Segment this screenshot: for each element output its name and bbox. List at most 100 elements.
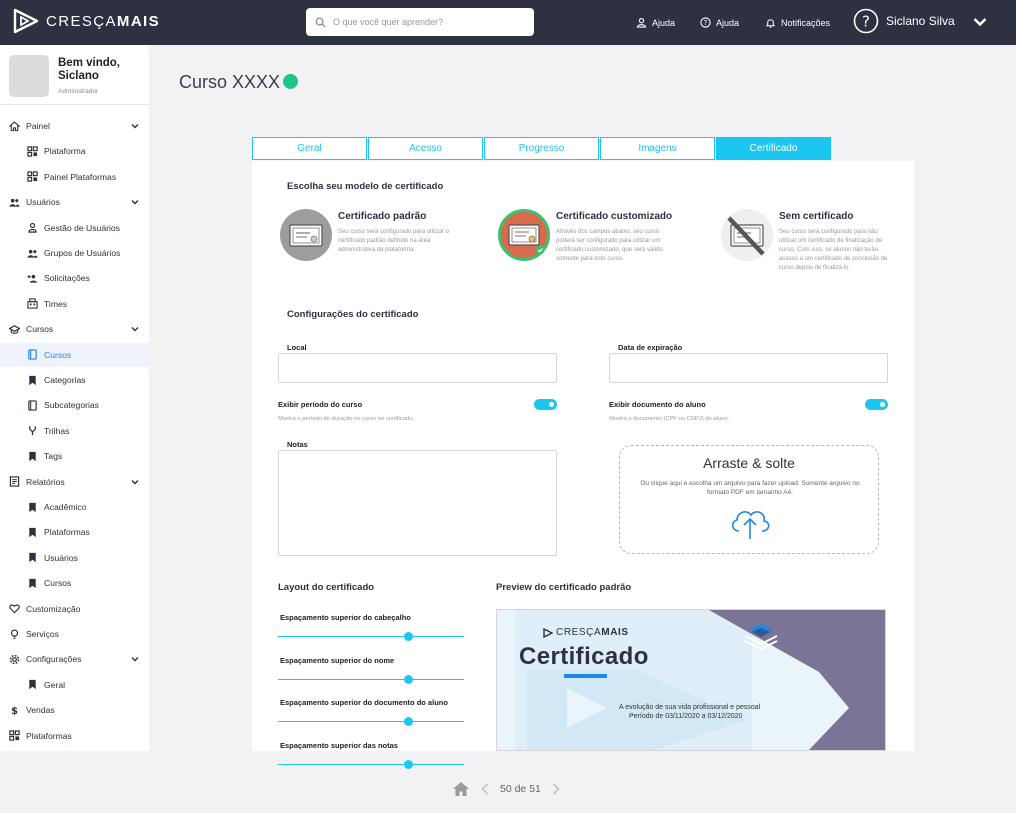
layout-title: Layout do certificado bbox=[278, 582, 375, 593]
slider-thumb[interactable] bbox=[403, 717, 413, 726]
sidebar-item-trilhas[interactable]: Trilhas bbox=[0, 419, 149, 443]
sidebar-item-usuarios[interactable]: Usuários bbox=[0, 546, 149, 570]
chevron-down-icon[interactable] bbox=[972, 14, 988, 30]
slider-thumb[interactable] bbox=[403, 632, 413, 641]
period-toggle[interactable] bbox=[534, 399, 557, 410]
welcome-text: Bem vindo, Siclano bbox=[58, 57, 120, 82]
profile-card: Bem vindo, Siclano Administrador bbox=[0, 45, 149, 105]
search-icon bbox=[315, 17, 326, 28]
sidebar-item-cursos[interactable]: Cursos bbox=[0, 571, 149, 595]
avatar[interactable] bbox=[9, 55, 49, 97]
status-indicator bbox=[283, 74, 298, 89]
notifications-link[interactable]: Notificações bbox=[765, 0, 830, 45]
model-none-description: Seu curso será configurado para não util… bbox=[779, 229, 888, 271]
sidebar-item-label: Usuários bbox=[44, 552, 78, 563]
sidebar-item-label: Cursos bbox=[44, 578, 72, 589]
bookmark-icon bbox=[27, 375, 38, 386]
search-input[interactable] bbox=[333, 17, 523, 27]
document-toggle[interactable] bbox=[865, 399, 888, 410]
slider-track[interactable] bbox=[278, 763, 464, 765]
sidebar-item-configuracoes[interactable]: Configurações bbox=[0, 647, 149, 671]
chevron-down-icon[interactable] bbox=[131, 325, 139, 333]
upload-dropzone[interactable]: Arraste & solte Ou clique aqui e escolha… bbox=[619, 445, 879, 554]
brand-logo-icon bbox=[13, 8, 39, 34]
tab-acesso[interactable]: Acesso bbox=[368, 137, 483, 160]
page-title: Curso XXXX bbox=[179, 72, 281, 92]
local-input[interactable] bbox=[278, 353, 557, 383]
slider-track[interactable] bbox=[278, 721, 464, 722]
pagination-text: 50 de 51 bbox=[500, 783, 541, 795]
brand-name: CRESÇAMAIS bbox=[46, 12, 161, 30]
slider-track[interactable] bbox=[278, 636, 464, 637]
slider-track[interactable] bbox=[278, 678, 464, 680]
sidebar-item-tags[interactable]: Tags bbox=[0, 444, 149, 468]
tab-certificado[interactable]: Certificado bbox=[716, 137, 831, 160]
chevron-down-icon[interactable] bbox=[131, 198, 139, 206]
slider-thumb[interactable] bbox=[403, 674, 413, 684]
config-title: Configurações do certificado bbox=[287, 309, 419, 320]
home-icon[interactable] bbox=[452, 781, 470, 797]
help-link-2[interactable]: ? Ajuda bbox=[700, 0, 739, 45]
help-label-1: Ajuda bbox=[652, 17, 676, 28]
preview-underline bbox=[564, 674, 607, 678]
sidebar-item-subcategorias[interactable]: Subcategorias bbox=[0, 393, 149, 417]
slider-label: Espaçamento superior do nome bbox=[280, 655, 395, 665]
chevron-down-icon[interactable] bbox=[131, 478, 139, 486]
sidebar-item-label: Categorias bbox=[44, 375, 86, 385]
grid-icon bbox=[9, 730, 20, 741]
sidebar-item-relatorios[interactable]: Relatórios bbox=[0, 470, 149, 494]
sidebar-item-vendas[interactable]: $ Vendas bbox=[0, 698, 149, 722]
sidebar-item-plataformas[interactable]: Plataformas bbox=[0, 724, 149, 748]
sidebar-item-usuarios[interactable]: Usuários bbox=[0, 190, 149, 214]
chevron-left-icon[interactable] bbox=[480, 782, 490, 796]
sidebar-item-label: Configurações bbox=[26, 654, 82, 665]
tab-progresso[interactable]: Progresso bbox=[484, 137, 599, 160]
expiration-date-input[interactable] bbox=[609, 353, 888, 383]
sidebar-item-plataforma[interactable]: Plataforma bbox=[0, 139, 149, 163]
upload-text: Ou clique aqui e escolha um arquivo para… bbox=[640, 480, 860, 496]
preview-line-2: Período de 03/11/2020 a 03/12/2020 bbox=[629, 713, 743, 720]
slider-thumb[interactable] bbox=[403, 759, 413, 769]
sidebar-item-label: Trilhas bbox=[44, 425, 70, 436]
sidebar-item-label: Painel Plataformas bbox=[44, 171, 117, 182]
sidebar-item-geral[interactable]: Geral bbox=[0, 673, 149, 697]
graduation-cap-icon bbox=[9, 324, 20, 335]
svg-text:?: ? bbox=[862, 13, 870, 31]
dollar-icon: $ bbox=[9, 705, 20, 716]
sidebar-item-painel-plataformas[interactable]: Painel Plataformas bbox=[0, 165, 149, 189]
search-box[interactable] bbox=[306, 8, 534, 36]
sidebar-item-categorias[interactable]: Categorias bbox=[0, 368, 149, 392]
help-label-2: Ajuda bbox=[716, 17, 740, 28]
help-link-1[interactable]: Ajuda bbox=[636, 0, 675, 45]
sidebar-item-label: Subcategorias bbox=[44, 400, 99, 411]
bookmark-icon bbox=[27, 578, 38, 589]
chevron-right-icon[interactable] bbox=[551, 782, 561, 796]
sidebar-item-plataformas[interactable]: Plataformas bbox=[0, 520, 149, 544]
tab-geral[interactable]: Geral bbox=[252, 137, 367, 160]
chevron-down-icon[interactable] bbox=[131, 655, 139, 663]
local-label: Local bbox=[287, 343, 307, 352]
brand-logo[interactable]: CRESÇAMAIS bbox=[12, 7, 160, 35]
users-icon bbox=[27, 248, 38, 259]
sidebar-item-cursos[interactable]: Cursos bbox=[0, 342, 149, 367]
user-menu[interactable]: ? Siclano Silva bbox=[853, 8, 955, 34]
sidebar-item-solicitacoes[interactable]: Solicitações bbox=[0, 266, 149, 290]
notes-textarea[interactable] bbox=[278, 450, 557, 556]
sidebar-item-academico[interactable]: Acadêmico bbox=[0, 495, 149, 519]
tab-bar: Geral Acesso Progresso Imagens Certificado bbox=[252, 137, 831, 160]
sidebar-item-label: Tags bbox=[44, 451, 63, 462]
sidebar-item-grupos-de-usuarios[interactable]: Grupos de Usuários bbox=[0, 241, 149, 265]
user-name: Siclano Silva bbox=[886, 14, 955, 28]
sidebar-item-servicos[interactable]: Serviços bbox=[0, 622, 149, 646]
user-icon bbox=[27, 222, 38, 233]
svg-text:?: ? bbox=[704, 19, 708, 27]
sidebar-item-painel[interactable]: Painel bbox=[0, 114, 149, 138]
tab-imagens[interactable]: Imagens bbox=[600, 137, 715, 160]
sidebar-item-cursos[interactable]: Cursos bbox=[0, 317, 149, 341]
sidebar-item-times[interactable]: Times bbox=[0, 292, 149, 316]
slider-label: Espaçamento superior das notas bbox=[280, 740, 398, 750]
sidebar-item-customizacao[interactable]: Customização bbox=[0, 597, 149, 621]
chevron-down-icon[interactable] bbox=[131, 122, 139, 130]
avatar-question-icon: ? bbox=[853, 8, 879, 34]
sidebar-item-gestao-de-usuarios[interactable]: Gestão de Usuários bbox=[0, 216, 149, 240]
